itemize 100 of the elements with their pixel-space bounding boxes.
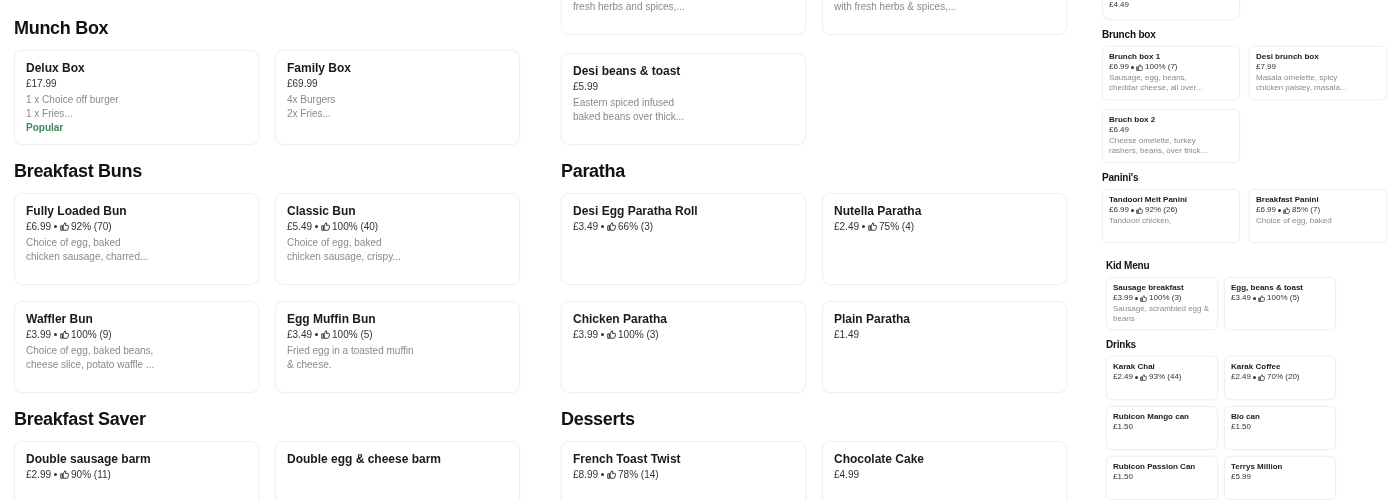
thumbs-up-icon	[868, 222, 878, 231]
item-rating: 92% (26)	[1145, 205, 1178, 215]
item-price: £8.99	[573, 468, 599, 482]
item-description: Tandoori chicken,	[1109, 216, 1173, 226]
item-name: Delux Box	[26, 60, 86, 76]
item-name: Classic Bun	[287, 203, 357, 219]
item-name: Desi beans & toast	[573, 63, 682, 79]
section-heading: Panini's	[1102, 171, 1140, 184]
item-description: fresh herbs and spices,...	[573, 0, 686, 14]
menu-item-card[interactable]: Egg Muffin Bun £3.49 100% (5) Fried egg in a toasted muffin & cheese.	[275, 301, 520, 393]
thumbs-up-icon	[321, 222, 331, 231]
item-name: Karak Chai	[1113, 362, 1156, 372]
menu-item-card[interactable]: Rubicon Passion Can £1.50	[1106, 456, 1218, 500]
item-name: Breakfast Panini	[1256, 195, 1320, 205]
item-name: Nutella Paratha	[834, 203, 923, 219]
menu-item-card[interactable]: fresh herbs and spices,...	[561, 0, 806, 35]
menu-item-card[interactable]: Breakfast Panini £6.99 85% (7) Choice of egg, baked	[1249, 189, 1387, 243]
menu-item-card[interactable]: Classic Bun £5.49 100% (40) Choice of egg, baked chicken sausage, crispy...	[275, 193, 520, 285]
menu-item-card[interactable]: Sausage breakfast £3.99 100% (3) Sausage, scrambled egg & beans	[1106, 277, 1218, 330]
separator-dot	[1135, 296, 1139, 300]
menu-item-card[interactable]: Chocolate Cake £4.99	[822, 441, 1067, 500]
separator-dot	[54, 473, 58, 476]
item-name: Egg Muffin Bun	[287, 311, 377, 327]
thumbs-up-icon	[1136, 206, 1144, 214]
item-price: £5.49	[287, 220, 313, 234]
item-rating: 75% (4)	[879, 220, 915, 234]
menu-item-card[interactable]: Desi Egg Paratha Roll £3.49 66% (3)	[561, 193, 806, 285]
separator-dot	[601, 333, 605, 336]
item-price: £4.99	[834, 468, 860, 482]
item-name: Fully Loaded Bun	[26, 203, 128, 219]
item-description: Sausage, egg, beans, cheddar cheese, all over...	[1109, 73, 1204, 93]
menu-item-card[interactable]: Bruch box 2 £6.49 Cheese omelette, turkey rashers, beans, over thick...	[1102, 109, 1240, 163]
item-name: Chocolate Cake	[834, 451, 926, 467]
thumbs-up-icon	[607, 470, 617, 479]
thumbs-up-icon	[1258, 373, 1266, 381]
menu-item-card[interactable]: Double sausage barm £2.99 90% (11)	[14, 441, 259, 500]
separator-dot	[54, 225, 58, 228]
item-rating: 100% (5)	[1267, 293, 1300, 303]
item-rating: 100% (7)	[1145, 62, 1178, 72]
item-description: with fresh herbs & spices,...	[834, 0, 958, 14]
item-price: £6.99	[1256, 205, 1277, 215]
item-description: Choice of egg, baked chicken sausage, crispy...	[287, 236, 402, 263]
item-price: £1.49	[834, 328, 860, 342]
menu-item-card[interactable]: Plain Paratha £1.49	[822, 301, 1067, 393]
menu-item-card[interactable]: £4.49	[1102, 0, 1240, 20]
menu-item-card[interactable]: Fully Loaded Bun £6.99 92% (70) Choice of egg, baked chicken sausage, charred...	[14, 193, 259, 285]
item-price: £1.50	[1113, 472, 1134, 482]
thumbs-up-icon	[1140, 294, 1148, 302]
separator-dot	[1135, 375, 1139, 379]
separator-dot	[862, 225, 866, 228]
menu-item-card[interactable]: Waffler Bun £3.99 100% (9) Choice of egg, baked beans, cheese slice, potato waffle ...	[14, 301, 259, 393]
section-heading: Munch Box	[14, 17, 110, 40]
item-name: Karak Coffee	[1231, 362, 1282, 372]
menu-item-card[interactable]: Desi beans & toast £5.99 Eastern spiced infused baked beans over thick...	[561, 53, 806, 145]
menu-item-card[interactable]: Desi brunch box £7.99 Masala omelette, spicy chicken paisley, masala...	[1249, 46, 1387, 100]
item-rating: 100% (9)	[71, 328, 112, 342]
item-rating: 100% (3)	[1149, 293, 1182, 303]
menu-item-card[interactable]: Tandoori Melt Panini £6.99 92% (26) Tandoori chicken,	[1102, 189, 1240, 243]
separator-dot	[1131, 208, 1135, 212]
menu-item-card[interactable]: Terrys Million £5.99	[1224, 456, 1336, 500]
item-price: £2.99	[26, 468, 52, 482]
item-price: £4.49	[1109, 0, 1130, 10]
item-name: Tandoori Melt Panini	[1109, 195, 1189, 205]
thumbs-up-icon	[60, 330, 70, 339]
item-price: £1.50	[1231, 422, 1252, 432]
thumbs-up-icon	[607, 222, 617, 231]
item-price: £17.99	[26, 77, 57, 91]
item-price: £1.50	[1113, 422, 1134, 432]
thumbs-up-icon	[607, 330, 617, 339]
item-name: Double sausage barm	[26, 451, 152, 467]
section-heading: Kid Menu	[1106, 259, 1151, 272]
menu-item-card[interactable]: Brunch box 1 £6.99 100% (7) Sausage, egg, beans, cheddar cheese, all over...	[1102, 46, 1240, 100]
menu-item-card[interactable]: Egg, beans & toast £3.49 100% (5)	[1224, 277, 1336, 330]
item-name: Chicken Paratha	[573, 311, 669, 327]
menu-item-card[interactable]: Delux Box £17.99 1 x Choice off burger 1 x Fries... Popular	[14, 50, 259, 145]
item-name: Rubicon Passion Can	[1113, 462, 1197, 472]
separator-dot	[1253, 375, 1257, 379]
section-heading: Breakfast Saver	[14, 408, 147, 431]
item-name: Plain Paratha	[834, 311, 912, 327]
popular-label: Popular	[26, 121, 65, 135]
menu-item-card[interactable]: Karak Coffee £2.49 70% (20)	[1224, 356, 1336, 400]
menu-item-card[interactable]: Chicken Paratha £3.99 100% (3)	[561, 301, 806, 393]
item-description: 4x Burgers 2x Fries...	[287, 93, 337, 120]
separator-dot	[315, 225, 319, 228]
item-price: £69.99	[287, 77, 318, 91]
menu-item-card[interactable]: French Toast Twist £8.99 78% (14)	[561, 441, 806, 500]
menu-item-card[interactable]: with fresh herbs & spices,...	[822, 0, 1067, 35]
item-name: Double egg & cheese barm	[287, 451, 443, 467]
menu-item-card[interactable]: Karak Chai £2.49 93% (44)	[1106, 356, 1218, 400]
section-heading: Breakfast Buns	[14, 160, 143, 183]
item-name: Brunch box 1	[1109, 52, 1162, 62]
item-description: 1 x Choice off burger 1 x Fries...	[26, 93, 120, 120]
menu-item-card[interactable]: Bio can £1.50	[1224, 406, 1336, 450]
item-price: £3.99	[1113, 293, 1134, 303]
menu-item-card[interactable]: Rubicon Mango can £1.50	[1106, 406, 1218, 450]
menu-item-card[interactable]: Family Box £69.99 4x Burgers 2x Fries...	[275, 50, 520, 145]
item-name: Terrys Million	[1231, 462, 1284, 472]
menu-item-card[interactable]: Nutella Paratha £2.49 75% (4)	[822, 193, 1067, 285]
item-description: Fried egg in a toasted muffin & cheese.	[287, 344, 415, 371]
menu-item-card[interactable]: Double egg & cheese barm	[275, 441, 520, 500]
